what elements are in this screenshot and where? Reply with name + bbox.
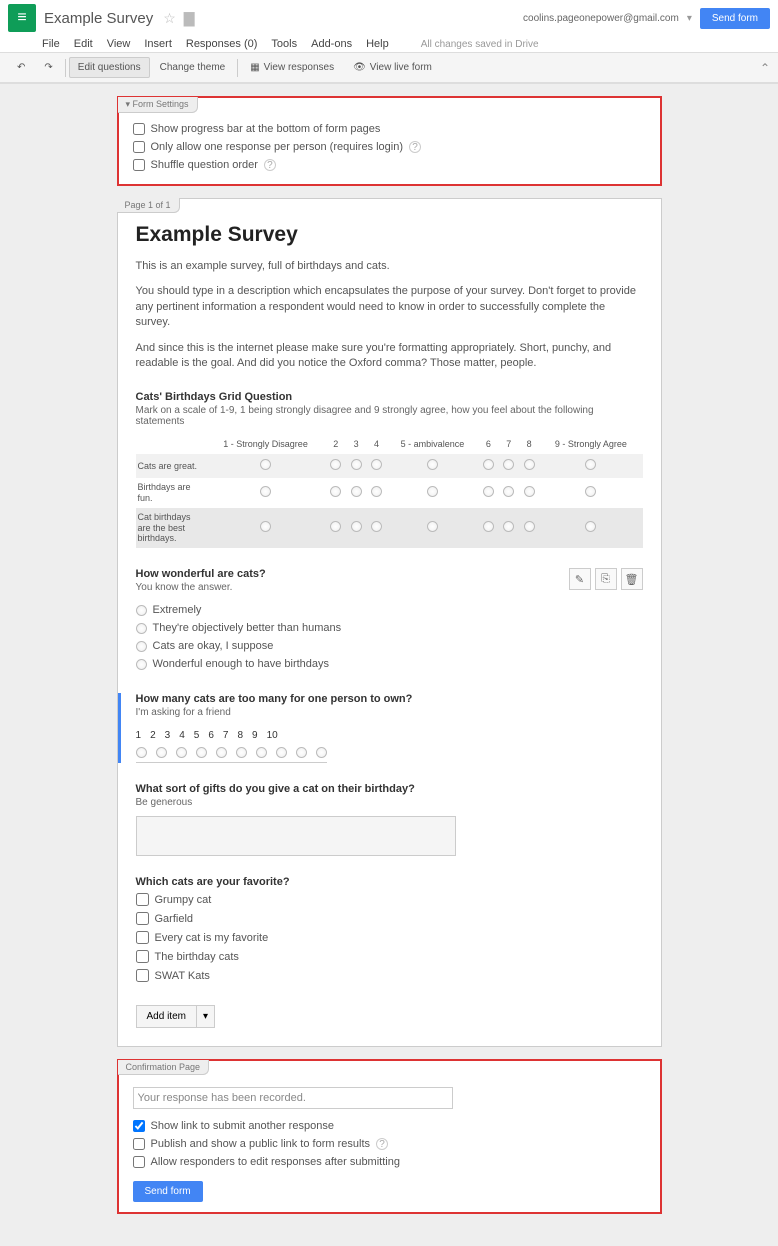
menu-help[interactable]: Help xyxy=(366,38,389,50)
publish-results-checkbox[interactable] xyxy=(133,1138,145,1150)
show-link-checkbox[interactable] xyxy=(133,1120,145,1132)
question-help: I'm asking for a friend xyxy=(136,707,643,718)
user-email[interactable]: coolins.pageonepower@gmail.com xyxy=(523,13,679,24)
setting-label: Show progress bar at the bottom of form … xyxy=(151,123,381,135)
scale-radio[interactable] xyxy=(136,747,147,758)
view-responses-button[interactable]: ▦View responses xyxy=(241,57,343,78)
question-title: How many cats are too many for one perso… xyxy=(136,693,643,705)
form-panel: Page 1 of 1 Example Survey This is an ex… xyxy=(117,198,662,1047)
add-item-dropdown[interactable]: ▾ xyxy=(197,1005,215,1028)
separator xyxy=(237,59,238,77)
text-answer-field[interactable] xyxy=(136,816,456,856)
menu-insert[interactable]: Insert xyxy=(144,38,172,50)
radio-option[interactable] xyxy=(136,641,147,652)
checkbox-option[interactable] xyxy=(136,893,149,906)
add-item-button[interactable]: Add item xyxy=(136,1005,197,1028)
form-settings-panel: ▾ Form Settings Show progress bar at the… xyxy=(117,96,662,186)
progress-bar-checkbox[interactable] xyxy=(133,123,145,135)
menu-view[interactable]: View xyxy=(107,38,131,50)
confirmation-message-input[interactable] xyxy=(133,1087,453,1109)
checkbox-question[interactable]: Which cats are your favorite? Grumpy cat… xyxy=(136,876,643,985)
checkbox-option[interactable] xyxy=(136,931,149,944)
view-live-form-button[interactable]: 👁View live form xyxy=(344,57,441,78)
grid-radio[interactable] xyxy=(260,459,271,470)
form-description[interactable]: This is an example survey, full of birth… xyxy=(136,259,643,274)
help-icon[interactable]: ? xyxy=(264,159,276,171)
question-title: How wonderful are cats? xyxy=(136,568,643,580)
collapse-icon[interactable]: ⌃ xyxy=(760,61,770,75)
setting-label: Only allow one response per person (requ… xyxy=(151,141,404,153)
question-help: You know the answer. xyxy=(136,582,643,593)
delete-question-button[interactable]: 🗑 xyxy=(621,568,643,590)
edit-questions-tab[interactable]: Edit questions xyxy=(69,57,150,78)
menu-responses[interactable]: Responses (0) xyxy=(186,38,258,50)
radio-option[interactable] xyxy=(136,659,147,670)
form-description[interactable]: You should type in a description which e… xyxy=(136,284,643,330)
question-title: Which cats are your favorite? xyxy=(136,876,643,888)
menu-edit[interactable]: Edit xyxy=(74,38,93,50)
setting-label: Shuffle question order xyxy=(151,159,258,171)
one-response-checkbox[interactable] xyxy=(133,141,145,153)
save-status: All changes saved in Drive xyxy=(421,39,539,50)
send-form-button-footer[interactable]: Send form xyxy=(133,1181,203,1202)
form-settings-tab[interactable]: ▾ Form Settings xyxy=(118,97,198,113)
menu-file[interactable]: File xyxy=(42,38,60,50)
multiple-choice-question[interactable]: ✎ ⎘ 🗑 How wonderful are cats? You know t… xyxy=(136,568,643,673)
checkbox-option[interactable] xyxy=(136,912,149,925)
checkbox-option[interactable] xyxy=(136,950,149,963)
question-title: Cats' Birthdays Grid Question xyxy=(136,391,643,403)
forms-app-icon[interactable]: ≡ xyxy=(8,4,36,32)
separator xyxy=(65,59,66,77)
menu-addons[interactable]: Add-ons xyxy=(311,38,352,50)
text-question[interactable]: What sort of gifts do you give a cat on … xyxy=(136,783,643,856)
confirmation-panel: Confirmation Page Show link to submit an… xyxy=(117,1059,662,1214)
checkbox-option[interactable] xyxy=(136,969,149,982)
eye-icon: 👁 xyxy=(353,62,366,73)
duplicate-question-button[interactable]: ⎘ xyxy=(595,568,617,590)
allow-edit-checkbox[interactable] xyxy=(133,1156,145,1168)
form-description[interactable]: And since this is the internet please ma… xyxy=(136,341,643,372)
redo-button[interactable]: ↷ xyxy=(35,57,61,78)
menu-tools[interactable]: Tools xyxy=(271,38,297,50)
question-help: Be generous xyxy=(136,797,643,808)
change-theme-tab[interactable]: Change theme xyxy=(151,57,235,78)
edit-question-button[interactable]: ✎ xyxy=(569,568,591,590)
question-help: Mark on a scale of 1-9, 1 being strongly… xyxy=(136,405,643,427)
radio-option[interactable] xyxy=(136,623,147,634)
doc-title[interactable]: Example Survey xyxy=(44,10,153,27)
grid-question[interactable]: Cats' Birthdays Grid Question Mark on a … xyxy=(136,391,643,548)
account-dropdown-icon[interactable]: ▾ xyxy=(687,13,692,24)
page-tab: Page 1 of 1 xyxy=(117,198,180,213)
radio-option[interactable] xyxy=(136,605,147,616)
form-title[interactable]: Example Survey xyxy=(136,223,643,247)
question-title: What sort of gifts do you give a cat on … xyxy=(136,783,643,795)
star-icon[interactable]: ☆ xyxy=(163,10,176,27)
shuffle-checkbox[interactable] xyxy=(133,159,145,171)
scale-question[interactable]: How many cats are too many for one perso… xyxy=(118,693,643,763)
send-form-button-header[interactable]: Send form xyxy=(700,8,770,29)
grid-icon: ▦ xyxy=(250,62,259,73)
help-icon[interactable]: ? xyxy=(376,1138,388,1150)
undo-button[interactable]: ↶ xyxy=(8,57,34,78)
confirmation-tab: Confirmation Page xyxy=(118,1060,210,1075)
help-icon[interactable]: ? xyxy=(409,141,421,153)
folder-icon[interactable]: ▇ xyxy=(184,10,195,27)
